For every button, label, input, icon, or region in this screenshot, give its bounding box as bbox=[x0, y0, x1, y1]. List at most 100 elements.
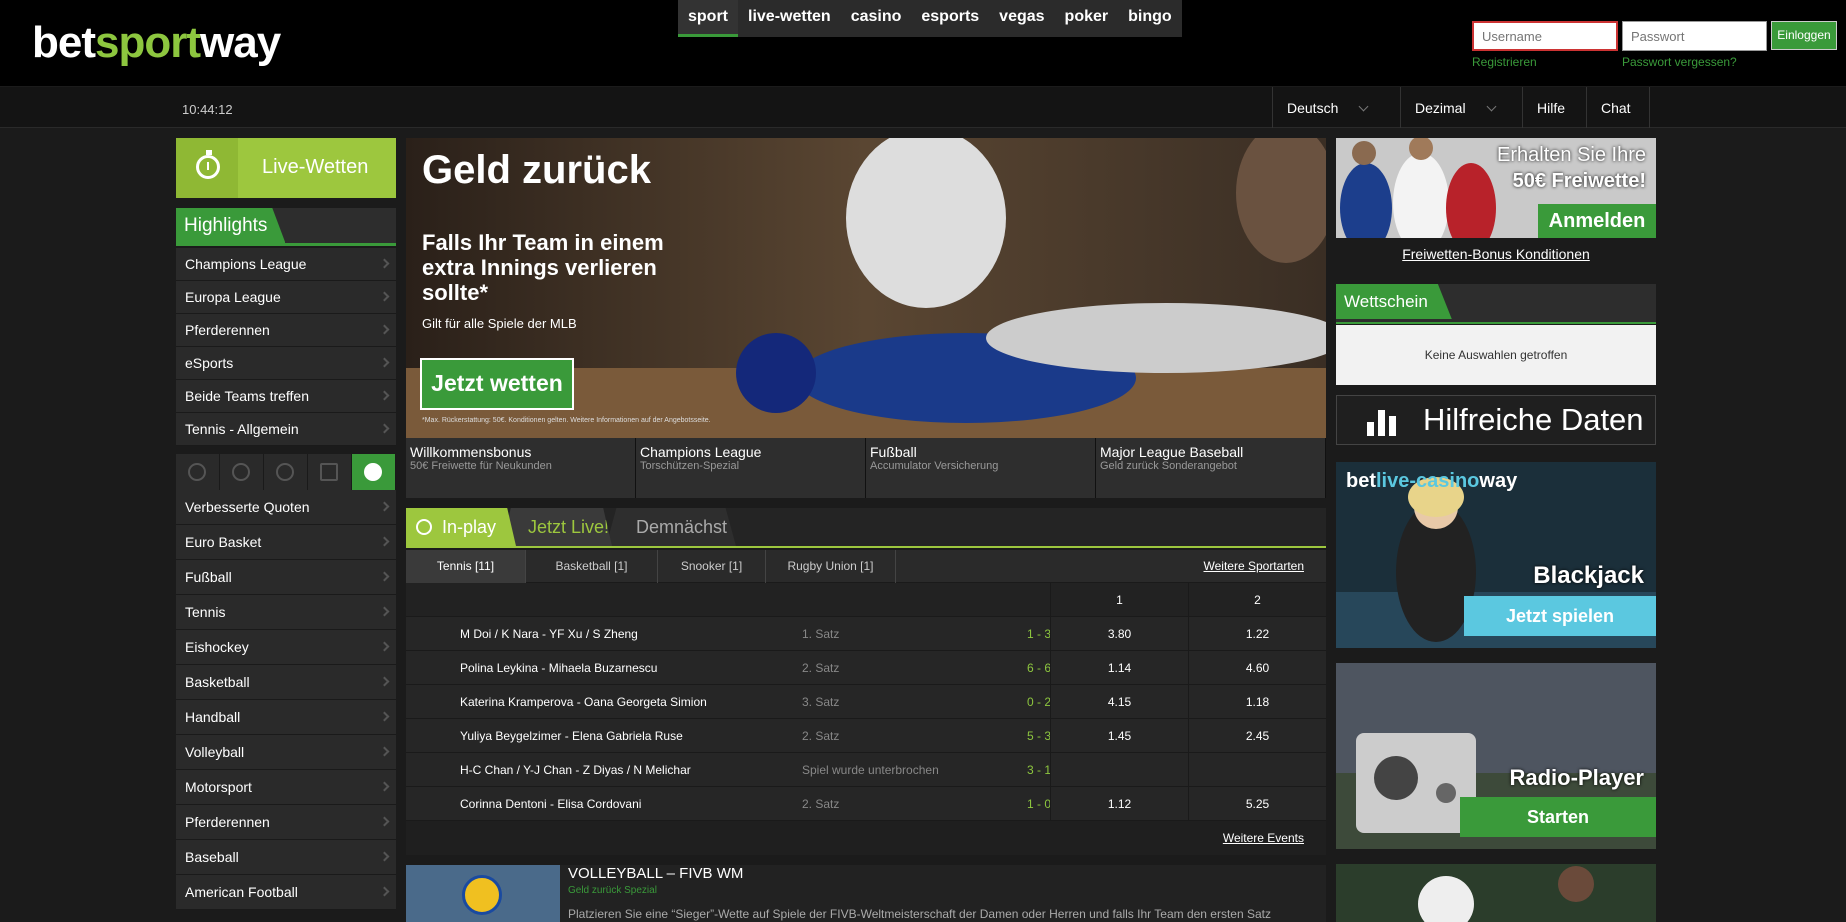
register-link[interactable]: Registrieren bbox=[1472, 55, 1537, 69]
odds-away-button[interactable]: 4.60 bbox=[1188, 651, 1326, 685]
chevron-right-icon bbox=[379, 886, 390, 897]
event-status: 2. Satz bbox=[802, 797, 840, 811]
odds-format-select[interactable]: Dezimal bbox=[1400, 87, 1512, 128]
odds-home-button[interactable]: 1.45 bbox=[1050, 719, 1188, 753]
volleyball-promo[interactable]: VOLLEYBALL – FIVB WM Geld zurück Spezial… bbox=[406, 865, 1326, 922]
event-status: 1. Satz bbox=[802, 627, 840, 641]
filter-calendar[interactable] bbox=[308, 454, 352, 490]
filter-all[interactable] bbox=[352, 454, 396, 490]
more-sports-link[interactable]: Weitere Sportarten bbox=[1204, 559, 1305, 573]
table-row[interactable]: Polina Leykina - Mihaela Buzarnescu 2. S… bbox=[406, 651, 1326, 685]
event-name[interactable]: M Doi / K Nara - YF Xu / S Zheng bbox=[460, 617, 638, 651]
sport-item[interactable]: Baseball bbox=[176, 840, 396, 875]
freebet-terms-link[interactable]: Freiwetten-Bonus Konditionen bbox=[1336, 246, 1656, 262]
highlight-item[interactable]: Beide Teams treffen bbox=[176, 380, 396, 413]
nav-casino[interactable]: casino bbox=[841, 0, 912, 37]
highlight-item[interactable]: Pferderennen bbox=[176, 314, 396, 347]
football-image bbox=[1336, 864, 1656, 922]
tab-basketball[interactable]: Basketball [1] bbox=[526, 550, 658, 583]
casino-logo: betlive-casinoway bbox=[1346, 470, 1518, 492]
sport-item[interactable]: American Football bbox=[176, 875, 396, 910]
sport-item[interactable]: Fußball bbox=[176, 560, 396, 595]
odds-away-button[interactable]: 2.45 bbox=[1188, 719, 1326, 753]
live-bets-button[interactable]: Live-Wetten bbox=[176, 138, 396, 198]
event-name[interactable]: H-C Chan / Y-J Chan - Z Diyas / N Melich… bbox=[460, 753, 691, 787]
help-link[interactable]: Hilfe bbox=[1522, 87, 1578, 128]
highlight-item[interactable]: Europa League bbox=[176, 281, 396, 314]
play-now-button[interactable]: Jetzt spielen bbox=[1464, 596, 1656, 636]
username-input[interactable] bbox=[1472, 21, 1618, 51]
start-radio-button[interactable]: Starten bbox=[1460, 797, 1656, 837]
volleyball-text: Platzieren Sie eine “Sieger”-Wette auf S… bbox=[568, 907, 1271, 921]
odds-home-button[interactable]: 4.15 bbox=[1050, 685, 1188, 719]
sport-item[interactable]: Basketball bbox=[176, 665, 396, 700]
casino-promo[interactable]: betlive-casinoway Blackjack Jetzt spiele… bbox=[1336, 462, 1656, 648]
sport-item[interactable]: Volleyball bbox=[176, 735, 396, 770]
nav-sport[interactable]: sport bbox=[678, 0, 738, 37]
helpful-data-button[interactable]: Hilfreiche Daten bbox=[1336, 395, 1656, 445]
table-row[interactable]: Yuliya Beygelzimer - Elena Gabriela Ruse… bbox=[406, 719, 1326, 753]
freebet-promo[interactable]: Erhalten Sie Ihre 50€ Freiwette! Anmelden bbox=[1336, 138, 1656, 238]
more-events-link[interactable]: Weitere Events bbox=[1223, 831, 1304, 845]
odds-home-button[interactable]: 1.12 bbox=[1050, 787, 1188, 821]
nav-bingo[interactable]: bingo bbox=[1118, 0, 1182, 37]
sport-item[interactable]: Euro Basket bbox=[176, 525, 396, 560]
sport-item[interactable]: Eishockey bbox=[176, 630, 396, 665]
chevron-right-icon bbox=[379, 423, 390, 434]
tab-inplay[interactable]: In-play bbox=[406, 508, 516, 546]
table-row[interactable]: Katerina Kramperova - Oana Georgeta Simi… bbox=[406, 685, 1326, 719]
filter-stopwatch[interactable] bbox=[176, 454, 220, 490]
event-name[interactable]: Yuliya Beygelzimer - Elena Gabriela Ruse bbox=[460, 719, 683, 753]
odds-away-button[interactable]: 1.18 bbox=[1188, 685, 1326, 719]
sport-item[interactable]: Motorsport bbox=[176, 770, 396, 805]
tab-rugby-union[interactable]: Rugby Union [1] bbox=[766, 550, 896, 583]
highlight-item[interactable]: eSports bbox=[176, 347, 396, 380]
col-header-2: 2 bbox=[1188, 583, 1326, 617]
sport-item[interactable]: Handball bbox=[176, 700, 396, 735]
event-name[interactable]: Katerina Kramperova - Oana Georgeta Simi… bbox=[460, 685, 707, 719]
promo-tile[interactable]: Champions League Torschützen-Spezial bbox=[636, 438, 866, 498]
highlight-item[interactable]: Champions League bbox=[176, 248, 396, 281]
table-row[interactable]: M Doi / K Nara - YF Xu / S Zheng 1. Satz… bbox=[406, 617, 1326, 651]
promo-tile[interactable]: Willkommensbonus 50€ Freiwette für Neukun… bbox=[406, 438, 636, 498]
event-name[interactable]: Polina Leykina - Mihaela Buzarnescu bbox=[460, 651, 657, 685]
nav-vegas[interactable]: vegas bbox=[989, 0, 1054, 37]
bet-now-button[interactable]: Jetzt wetten bbox=[420, 358, 574, 410]
promo-tile[interactable]: Major League Baseball Geld zurück Sondera… bbox=[1096, 438, 1326, 498]
event-name[interactable]: Corinna Dentoni - Elisa Cordovani bbox=[460, 787, 641, 821]
promo-tile[interactable]: Fußball Accumulator Versicherung bbox=[866, 438, 1096, 498]
table-row[interactable]: H-C Chan / Y-J Chan - Z Diyas / N Melich… bbox=[406, 753, 1326, 787]
chat-link[interactable]: Chat bbox=[1586, 87, 1650, 128]
tab-snooker[interactable]: Snooker [1] bbox=[658, 550, 766, 583]
highlight-item[interactable]: Tennis - Allgemein bbox=[176, 413, 396, 446]
filter-moon[interactable] bbox=[264, 454, 308, 490]
sport-item[interactable]: Verbesserte Quoten bbox=[176, 490, 396, 525]
promo-title: Champions League bbox=[640, 444, 762, 460]
odds-away-button[interactable]: 5.25 bbox=[1188, 787, 1326, 821]
login-button[interactable]: Einloggen bbox=[1771, 21, 1837, 50]
sport-item[interactable]: Pferderennen bbox=[176, 805, 396, 840]
password-input[interactable] bbox=[1622, 21, 1767, 51]
nav-esports[interactable]: esports bbox=[911, 0, 989, 37]
logo[interactable]: betsportway bbox=[32, 18, 281, 68]
chevron-right-icon bbox=[379, 536, 390, 547]
odds-away-button[interactable]: 1.22 bbox=[1188, 617, 1326, 651]
football-promo[interactable] bbox=[1336, 864, 1656, 922]
sport-item[interactable]: Tennis bbox=[176, 595, 396, 630]
filter-half[interactable] bbox=[220, 454, 264, 490]
language-select[interactable]: Deutsch bbox=[1272, 87, 1384, 128]
promo-banner[interactable]: Geld zurück Falls Ihr Team in einem extr… bbox=[406, 138, 1326, 438]
tab-upcoming[interactable]: Demnächst bbox=[606, 508, 736, 546]
radio-promo[interactable]: Radio-Player Starten bbox=[1336, 663, 1656, 849]
odds-home-button[interactable]: 1.14 bbox=[1050, 651, 1188, 685]
nav-poker[interactable]: poker bbox=[1055, 0, 1119, 37]
register-cta-button[interactable]: Anmelden bbox=[1538, 204, 1656, 238]
forgot-password-link[interactable]: Passwort vergessen? bbox=[1622, 55, 1737, 69]
helpful-data-label: Hilfreiche Daten bbox=[1423, 402, 1644, 437]
table-row[interactable]: Corinna Dentoni - Elisa Cordovani 2. Sat… bbox=[406, 787, 1326, 821]
tab-tennis[interactable]: Tennis [11] bbox=[406, 550, 526, 583]
nav-live-wetten[interactable]: live-wetten bbox=[738, 0, 841, 37]
odds-home-button[interactable]: 3.80 bbox=[1050, 617, 1188, 651]
chevron-right-icon bbox=[379, 816, 390, 827]
tab-live-now[interactable]: Jetzt Live! bbox=[502, 508, 612, 546]
